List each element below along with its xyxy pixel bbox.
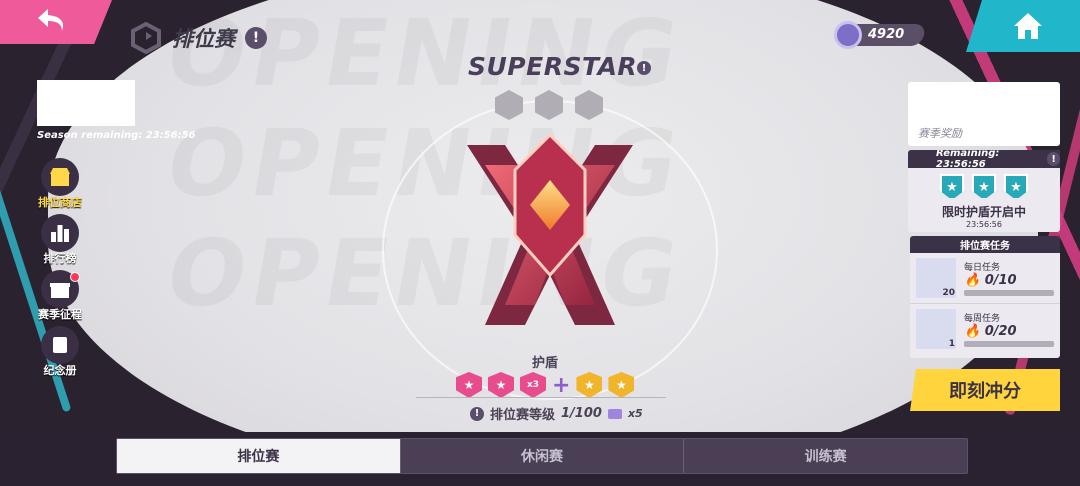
daily-task-icon: 20 xyxy=(916,258,956,298)
shield-time: 23:56:56 xyxy=(966,220,1002,229)
tasks-panel: 排位赛任务 20 每日任务 🔥 0/10 1 每周任务 🔥 0/20 xyxy=(910,236,1060,358)
ticket-icon xyxy=(607,408,622,419)
shield-panel-header: Remaining: 23:56:56 ! xyxy=(908,150,1060,170)
side-nav-label: 排行榜 xyxy=(43,252,77,265)
task-item-daily[interactable]: 20 每日任务 🔥 0/10 xyxy=(910,253,1060,303)
tab-training[interactable]: 训练赛 xyxy=(683,439,967,473)
task-progress-bar xyxy=(964,290,1054,296)
notification-dot xyxy=(70,272,80,282)
page-title: 排位赛 xyxy=(172,27,235,51)
rank-stars-row: ★ ★ x3 + ★ ★ xyxy=(456,372,635,398)
star-multiplier: x3 xyxy=(526,380,540,390)
shield-panel[interactable]: Remaining: 23:56:56 ! ★ ★ ★ 限时护盾开启中 23:5… xyxy=(908,150,1060,232)
tab-ranked[interactable]: 排位赛 xyxy=(117,439,400,473)
season-banner xyxy=(37,80,135,126)
page-header: 排位赛 ! xyxy=(130,22,267,54)
shield-remaining: Remaining: 23:56:56 xyxy=(936,150,1000,170)
weekly-task-icon: 1 xyxy=(916,308,956,349)
shield-star-icon: ★ xyxy=(972,174,996,200)
shield-star-icon: ★ xyxy=(1004,174,1028,200)
plus-icon: + xyxy=(552,372,571,398)
side-nav-label: 赛季征程 xyxy=(38,308,82,321)
side-nav-label: 排位商店 xyxy=(38,196,82,209)
back-arrow-icon xyxy=(38,9,64,31)
rank-pip-hex xyxy=(575,90,603,120)
task-count: 1 xyxy=(948,338,955,349)
task-name: 每周任务 xyxy=(964,313,1001,324)
challenge-progress: 1/100 xyxy=(561,406,602,421)
task-progress: 🔥 0/20 xyxy=(964,323,1017,339)
tasks-header: 排位赛任务 xyxy=(910,236,1060,253)
challenge-info-icon[interactable]: ! xyxy=(470,406,484,421)
side-nav: 排位商店 排行榜 赛季征程 纪念册 xyxy=(30,158,90,382)
superstar-emblem-icon xyxy=(467,132,633,325)
home-button[interactable] xyxy=(966,0,1080,52)
task-count: 20 xyxy=(942,288,955,298)
side-nav-label: 纪念册 xyxy=(43,364,77,377)
side-nav-item-shop[interactable]: 排位商店 xyxy=(30,158,90,214)
rank-pip-hex xyxy=(535,90,563,120)
tab-casual[interactable]: 休闲赛 xyxy=(399,439,684,473)
season-reward-label: 赛季奖励 xyxy=(918,127,962,140)
star-icon: ★ xyxy=(456,372,482,398)
rank-coin-icon xyxy=(834,21,862,49)
book-icon xyxy=(41,326,79,364)
rank-pip-hex xyxy=(495,90,523,120)
rank-info-icon[interactable]: ! xyxy=(637,61,651,75)
ticket-multiplier: x5 xyxy=(627,407,643,420)
rank-pips xyxy=(495,90,603,120)
task-name: 每日任务 xyxy=(964,263,1001,273)
task-progress-bar xyxy=(964,340,1054,347)
challenge-label: 排位赛等级 xyxy=(490,408,556,423)
star-icon: ★ xyxy=(576,372,603,398)
side-nav-item-leaderboard[interactable]: 排行榜 xyxy=(30,214,90,270)
star-icon: ★ xyxy=(608,372,635,398)
season-remaining-text: Season remaining: 23:56:56 xyxy=(37,130,196,141)
currency-value: 4920 xyxy=(868,27,905,42)
shop-icon xyxy=(41,158,79,196)
home-icon xyxy=(1014,13,1042,39)
back-button[interactable] xyxy=(0,0,112,44)
divider xyxy=(416,397,666,398)
shield-star-icon: ★ xyxy=(940,174,964,200)
star-multiplier-badge: x3 xyxy=(520,372,546,398)
side-nav-item-album[interactable]: 纪念册 xyxy=(30,326,90,382)
shield-label: 护盾 xyxy=(532,356,559,371)
task-progress: 🔥 0/10 xyxy=(964,273,1017,288)
ranked-logo-icon xyxy=(131,22,161,54)
shield-icons: ★ ★ ★ xyxy=(908,174,1060,200)
task-item-weekly[interactable]: 1 每周任务 🔥 0/20 xyxy=(910,303,1060,353)
rank-up-button[interactable]: 即刻冲分 xyxy=(910,369,1060,411)
title-info-icon[interactable]: ! xyxy=(245,27,267,49)
rank-name: SUPERSTAR xyxy=(468,52,638,81)
leaderboard-icon xyxy=(41,214,79,252)
mode-tabs: 排位赛 休闲赛 训练赛 xyxy=(116,438,968,474)
shield-title: 限时护盾开启中 xyxy=(941,205,1026,219)
star-icon: ★ xyxy=(488,372,514,398)
shield-info-icon[interactable]: ! xyxy=(1047,152,1060,166)
side-nav-item-season-journey[interactable]: 赛季征程 xyxy=(30,270,90,326)
challenge-row: ! 排位赛等级 1/100 x5 xyxy=(470,404,643,423)
